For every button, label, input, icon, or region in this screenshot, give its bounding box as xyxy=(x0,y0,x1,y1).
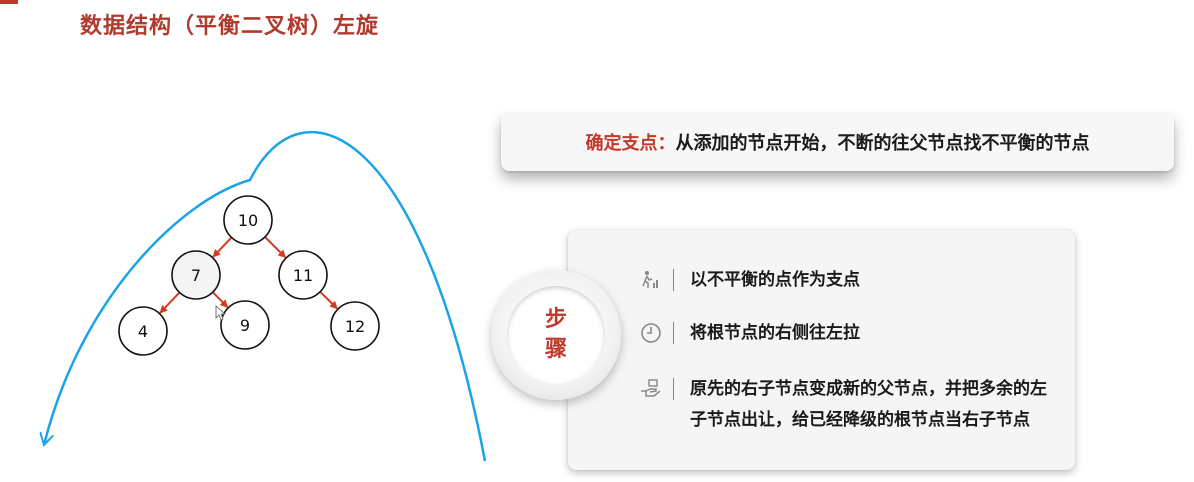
step-item-2: 将根节点的右侧往左拉 xyxy=(640,321,1050,349)
tree-node-12: 12 xyxy=(330,301,380,351)
tree-node-9: 9 xyxy=(220,300,270,350)
clock-icon xyxy=(640,321,674,345)
tree-node-11: 11 xyxy=(278,250,328,300)
tree-node-label: 9 xyxy=(240,316,250,335)
tree-edge-n11-n12 xyxy=(319,291,338,310)
tree-edge-n10-n11 xyxy=(264,236,287,259)
step-text-3: 原先的右子节点变成新的父节点，并把多余的左子节点出让，给已经降级的根节点当右子节… xyxy=(690,379,1047,430)
hand-offering-icon xyxy=(640,377,674,401)
tree-edge-n10-n7 xyxy=(212,236,233,258)
tree-node-4: 4 xyxy=(118,306,168,356)
steps-badge-inner: 步骤 xyxy=(507,286,605,384)
tree-node-7: 7 xyxy=(171,250,221,300)
tree-edge-n7-n9 xyxy=(212,291,229,308)
step-item-1: 以不平衡的点作为支点 xyxy=(640,268,1050,296)
callout-text: 从添加的节点开始，不断的往父节点找不平衡的节点 xyxy=(675,133,1090,154)
tree-node-10: 10 xyxy=(223,195,273,245)
tree-node-label: 4 xyxy=(138,322,148,341)
rotation-arc xyxy=(44,131,487,462)
tree-node-label: 11 xyxy=(293,266,313,285)
step-item-3: 原先的右子节点变成新的父节点，并把多余的左子节点出让，给已经降级的根节点当右子节… xyxy=(640,377,1050,436)
walking-person-chart-icon xyxy=(640,268,674,292)
tree-edge-n7-n4 xyxy=(159,291,181,314)
steps-badge-label: 步骤 xyxy=(544,307,567,362)
step-text-2: 将根节点的右侧往左拉 xyxy=(690,323,860,343)
callout-label: 确定支点： xyxy=(585,133,676,154)
tree-node-label: 10 xyxy=(238,211,258,230)
tree-node-label: 12 xyxy=(345,317,365,336)
tree-node-label: 7 xyxy=(191,266,201,285)
steps-badge: 步骤 xyxy=(491,270,621,400)
pivot-callout: 确定支点： 从添加的节点开始，不断的往父节点找不平衡的节点 xyxy=(501,113,1174,171)
step-text-1: 以不平衡的点作为支点 xyxy=(690,270,860,290)
